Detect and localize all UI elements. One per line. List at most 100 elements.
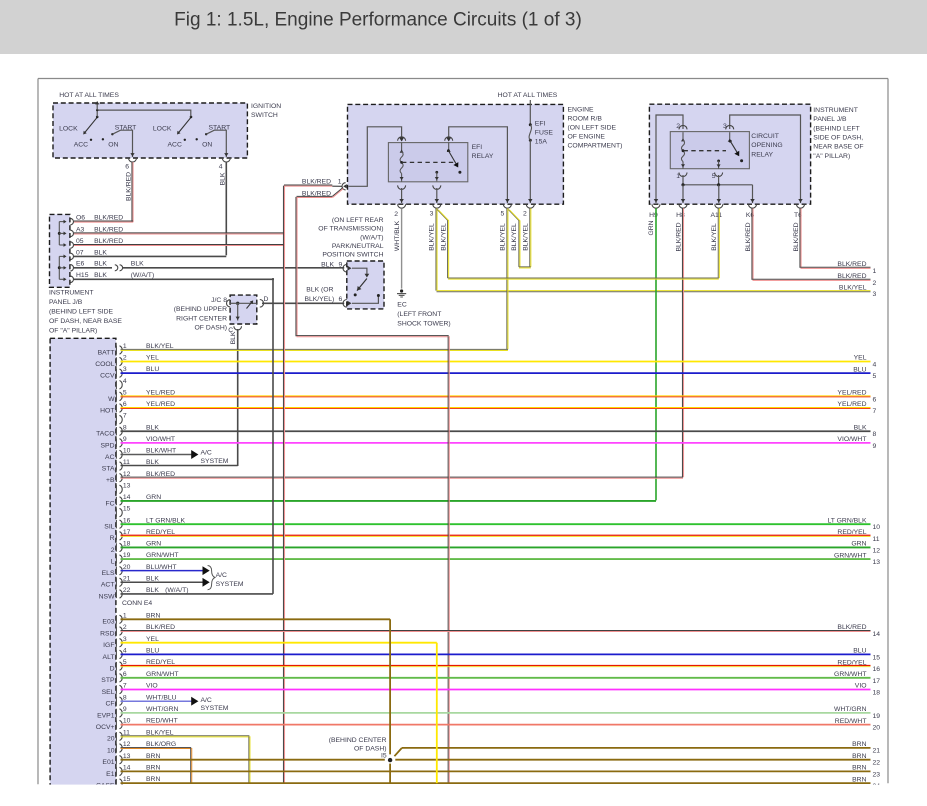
svg-text:BLK: BLK [230,331,237,344]
svg-text:BLK: BLK [321,261,334,268]
svg-text:BLK/RED: BLK/RED [837,273,866,280]
svg-text:LOCK: LOCK [153,126,172,133]
svg-text:PARK/NEUTRAL: PARK/NEUTRAL [332,243,384,250]
svg-text:ELS: ELS [102,570,115,577]
svg-text:WHT/BLU: WHT/BLU [146,694,177,701]
svg-text:VIO: VIO [146,683,158,690]
svg-text:NSW: NSW [99,593,115,600]
svg-text:RED/YEL: RED/YEL [837,659,866,666]
svg-text:9: 9 [123,436,127,443]
svg-text:CONN E4: CONN E4 [122,600,152,607]
svg-text:CF: CF [105,701,114,708]
svg-text:GRN/WHT: GRN/WHT [834,552,866,559]
svg-text:IGNITION: IGNITION [251,103,281,110]
svg-text:BRN: BRN [146,612,160,619]
svg-text:VIO: VIO [855,683,867,690]
svg-text:14: 14 [123,765,131,772]
svg-text:22: 22 [873,760,881,767]
svg-text:BLU: BLU [853,366,866,373]
svg-text:ACT: ACT [101,582,115,589]
svg-text:2: 2 [394,211,398,218]
svg-text:WHT/GRN: WHT/GRN [834,706,867,713]
svg-text:BLK/YEL: BLK/YEL [429,223,436,251]
svg-text:EFI: EFI [535,120,546,127]
svg-text:ON: ON [108,142,118,149]
svg-text:BLU/WHT: BLU/WHT [146,564,177,571]
svg-text:BLK/RED: BLK/RED [94,215,123,222]
svg-text:COOL: COOL [95,361,114,368]
svg-text:1: 1 [873,268,877,275]
svg-text:BLK/RED: BLK/RED [793,222,800,251]
svg-text:VIO/WHT: VIO/WHT [146,436,175,443]
svg-text:21: 21 [873,748,881,755]
svg-text:BLK/YEL: BLK/YEL [499,223,506,251]
svg-text:NEAR BASE OF: NEAR BASE OF [813,144,863,151]
svg-text:6: 6 [873,396,877,403]
svg-text:YEL: YEL [146,355,159,362]
svg-text:SYSTEM: SYSTEM [201,458,229,465]
svg-text:WHT/GRN: WHT/GRN [146,706,179,713]
svg-text:RELAY: RELAY [751,151,773,158]
svg-text:WHT/BLK: WHT/BLK [394,220,401,251]
svg-text:START: START [209,124,231,131]
svg-text:I5: I5 [381,753,387,760]
svg-text:OF DASH): OF DASH) [354,745,386,752]
svg-text:A/C: A/C [201,697,212,704]
svg-text:10: 10 [123,718,131,725]
svg-text:(W/A/T): (W/A/T) [165,587,188,594]
svg-text:OCV+: OCV+ [96,724,115,731]
svg-text:GRN/WHT: GRN/WHT [146,671,178,678]
svg-text:2: 2 [523,211,527,218]
svg-text:5: 5 [501,211,505,218]
svg-text:FC: FC [105,500,114,507]
svg-text:LT GRN/BLK: LT GRN/BLK [827,517,866,524]
svg-text:1: 1 [123,612,127,619]
svg-text:BLK/YEL: BLK/YEL [511,223,518,251]
svg-text:BATT: BATT [98,349,115,356]
svg-text:(W/A/T): (W/A/T) [131,272,154,279]
svg-text:20: 20 [107,736,115,743]
svg-text:BLK: BLK [146,575,159,582]
svg-text:16: 16 [873,666,881,673]
svg-text:FUSE: FUSE [535,129,554,136]
svg-text:RED/WHT: RED/WHT [835,718,867,725]
svg-text:ACC: ACC [168,142,182,149]
svg-text:STA: STA [102,466,115,473]
svg-text:CCV: CCV [100,373,115,380]
svg-text:14: 14 [123,494,131,501]
svg-text:BLK: BLK [146,424,159,431]
svg-text:CIRCUIT: CIRCUIT [751,133,779,140]
svg-text:YEL: YEL [146,636,159,643]
svg-text:ON: ON [202,142,212,149]
svg-text:1: 1 [338,178,342,185]
svg-text:J/C 8: J/C 8 [211,297,227,304]
svg-text:2: 2 [123,355,127,362]
svg-text:3: 3 [723,123,727,130]
svg-text:OPENING: OPENING [751,142,782,149]
svg-text:RSD: RSD [100,630,114,637]
svg-text:20: 20 [123,564,131,571]
svg-text:"A" PILLAR): "A" PILLAR) [813,153,850,160]
svg-text:E6: E6 [76,261,85,268]
svg-text:15: 15 [873,654,881,661]
svg-text:L: L [111,558,115,565]
svg-text:(BEHIND LEFT: (BEHIND LEFT [813,125,859,132]
svg-text:TACO: TACO [96,431,114,438]
svg-text:E03: E03 [102,619,114,626]
svg-text:ALT: ALT [103,654,115,661]
svg-text:POSITION SWITCH: POSITION SWITCH [322,252,383,259]
svg-text:3: 3 [430,211,434,218]
svg-text:BLK: BLK [94,272,107,279]
svg-text:(BEHIND UPPER: (BEHIND UPPER [174,306,227,313]
svg-text:OF DASH): OF DASH) [195,325,227,332]
svg-text:17: 17 [873,678,881,685]
svg-text:20: 20 [873,725,881,732]
svg-text:BLK/YEL: BLK/YEL [523,223,530,251]
svg-text:BRN: BRN [146,753,160,760]
svg-text:7: 7 [123,683,127,690]
svg-text:BRN: BRN [852,776,866,783]
svg-text:13: 13 [123,753,131,760]
svg-text:SYSTEM: SYSTEM [201,705,229,712]
svg-text:12: 12 [873,547,881,554]
svg-text:HOT AT ALL TIMES: HOT AT ALL TIMES [498,92,558,99]
